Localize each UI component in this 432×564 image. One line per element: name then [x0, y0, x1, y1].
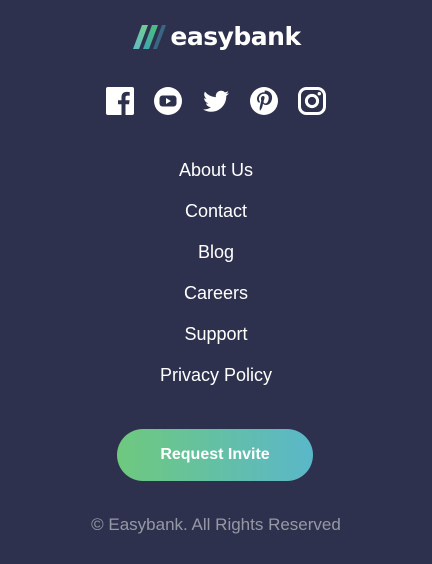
nav-item: Privacy Policy [0, 359, 432, 400]
nav-link-privacy-policy[interactable]: Privacy Policy [160, 365, 272, 385]
facebook-icon [106, 87, 134, 115]
nav-item: Support [0, 318, 432, 359]
nav-link-blog[interactable]: Blog [198, 242, 234, 262]
social-link-twitter[interactable] [201, 86, 231, 116]
logo-mark-icon [133, 25, 167, 49]
footer-nav: About Us Contact Blog Careers Support Pr… [0, 154, 432, 400]
brand-logo[interactable]: easybank [0, 22, 432, 52]
nav-item: Contact [0, 195, 432, 236]
nav-link-careers[interactable]: Careers [184, 283, 248, 303]
social-links [0, 86, 432, 118]
nav-link-contact[interactable]: Contact [185, 201, 247, 221]
social-link-youtube[interactable] [153, 86, 183, 116]
nav-link-support[interactable]: Support [184, 324, 247, 344]
nav-item: Careers [0, 277, 432, 318]
social-link-facebook[interactable] [105, 86, 135, 116]
nav-item: About Us [0, 154, 432, 195]
copyright-text: © Easybank. All Rights Reserved [91, 515, 341, 534]
instagram-icon [298, 87, 326, 115]
nav-item: Blog [0, 236, 432, 277]
site-footer: easybank About Us Contact Blog Careers S… [0, 0, 432, 564]
request-invite-button[interactable]: Request Invite [117, 429, 313, 481]
youtube-icon [154, 87, 182, 115]
social-link-instagram[interactable] [297, 86, 327, 116]
twitter-icon [203, 90, 229, 112]
nav-link-about-us[interactable]: About Us [179, 160, 253, 180]
social-link-pinterest[interactable] [249, 86, 279, 116]
pinterest-icon [250, 87, 278, 115]
brand-name: easybank [170, 22, 301, 51]
